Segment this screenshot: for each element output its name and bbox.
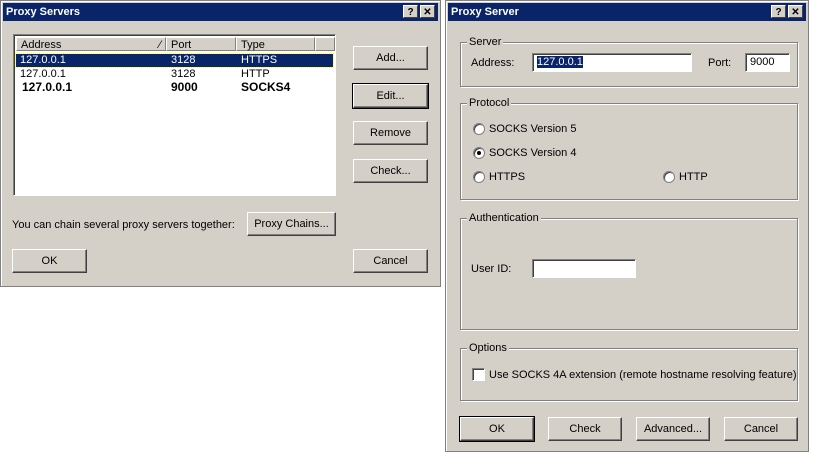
proxy-chains-button[interactable]: Proxy Chains... — [247, 212, 336, 236]
chain-description: You can chain several proxy servers toge… — [12, 219, 235, 231]
column-port[interactable]: Port — [166, 37, 236, 51]
help-button[interactable]: ? — [771, 5, 786, 18]
userid-label: User ID: — [471, 263, 512, 275]
http-label: HTTP — [679, 171, 708, 183]
port-value: 9000 — [750, 56, 775, 68]
socks4-label: SOCKS Version 4 — [489, 147, 577, 159]
proxy-server-title: Proxy Server — [451, 6, 519, 18]
add-button[interactable]: Add... — [353, 46, 428, 70]
ok-button[interactable]: OK — [12, 249, 87, 273]
column-type-label: Type — [241, 39, 265, 51]
sort-indicator-icon: ⁄ — [159, 39, 161, 51]
check-button[interactable]: Check — [548, 417, 622, 441]
remove-button[interactable]: Remove — [353, 121, 428, 145]
https-radio[interactable] — [473, 171, 485, 183]
row-port: 3128 — [171, 54, 196, 66]
authentication-group-label: Authentication — [467, 212, 541, 225]
row-port: 9000 — [171, 80, 198, 94]
list-item[interactable]: 127.0.0.1 9000 SOCKS4 — [16, 81, 333, 94]
http-radio[interactable] — [663, 171, 675, 183]
help-button[interactable]: ? — [403, 5, 418, 18]
close-button[interactable]: ✕ — [788, 5, 803, 18]
column-port-label: Port — [171, 39, 192, 51]
socks5-label: SOCKS Version 5 — [489, 123, 577, 135]
column-address[interactable]: Address ⁄ — [16, 37, 166, 51]
socks4-radio[interactable] — [473, 147, 485, 159]
proxy-servers-titlebar: Proxy Servers ? ✕ — [3, 3, 438, 21]
proxy-server-dialog: Proxy Server ? ✕ Server Address: 127.0.0… — [445, 0, 809, 452]
proxy-servers-dialog: Proxy Servers ? ✕ Address ⁄ Port Type 12… — [0, 0, 441, 287]
options-group-label: Options — [467, 342, 509, 355]
check-button[interactable]: Check... — [353, 159, 428, 183]
address-label: Address: — [471, 57, 515, 69]
proxy-list[interactable]: Address ⁄ Port Type 127.0.0.1 3128 HTTPS… — [13, 34, 336, 196]
advanced-button[interactable]: Advanced... — [636, 417, 710, 441]
protocol-group-label: Protocol — [467, 97, 512, 110]
cancel-button[interactable]: Cancel — [353, 249, 428, 273]
address-value: 127.0.0.1 — [537, 56, 583, 68]
socks4a-checkbox[interactable] — [472, 368, 485, 381]
socks4a-label: Use SOCKS 4A extension (remote hostname … — [489, 369, 797, 381]
server-group-label: Server — [467, 36, 504, 49]
proxy-servers-title: Proxy Servers — [6, 6, 80, 18]
ok-button[interactable]: OK — [459, 416, 535, 442]
cancel-button[interactable]: Cancel — [724, 417, 798, 441]
close-button[interactable]: ✕ — [420, 5, 435, 18]
list-item[interactable]: 127.0.0.1 3128 HTTPS — [15, 53, 334, 68]
row-address: 127.0.0.1 — [20, 54, 66, 66]
column-address-label: Address — [21, 39, 62, 51]
proxy-server-titlebar: Proxy Server ? ✕ — [448, 3, 806, 21]
socks5-radio[interactable] — [473, 123, 485, 135]
address-field[interactable]: 127.0.0.1 — [532, 53, 692, 72]
port-field[interactable]: 9000 — [745, 53, 790, 72]
column-filler — [315, 37, 335, 51]
port-label: Port: — [708, 57, 732, 69]
edit-button[interactable]: Edit... — [352, 83, 429, 109]
userid-field[interactable] — [532, 259, 636, 278]
proxy-list-header: Address ⁄ Port Type — [16, 37, 335, 51]
row-address: 127.0.0.1 — [22, 80, 73, 94]
column-type[interactable]: Type — [236, 37, 315, 51]
row-type: HTTPS — [241, 54, 278, 66]
https-label: HTTPS — [489, 171, 526, 183]
row-type: SOCKS4 — [241, 80, 291, 94]
